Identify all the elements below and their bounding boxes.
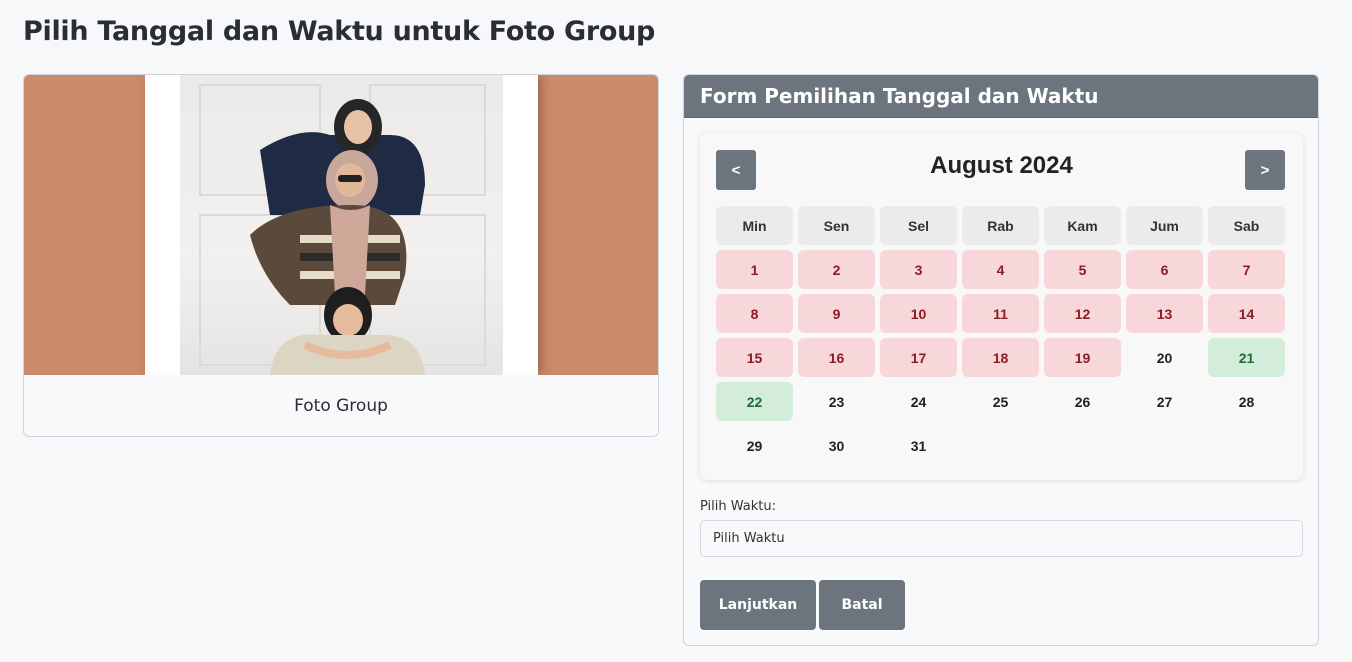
calendar-day-booked: 16 — [798, 338, 875, 377]
calendar-day-booked: 11 — [962, 294, 1039, 333]
calendar-day-booked: 10 — [880, 294, 957, 333]
date-time-form: Form Pemilihan Tanggal dan Waktu < Augus… — [683, 74, 1319, 646]
calendar-day-booked: 13 — [1126, 294, 1203, 333]
form-header: Form Pemilihan Tanggal dan Waktu — [684, 75, 1318, 118]
calendar-day-booked: 18 — [962, 338, 1039, 377]
calendar-day-plain[interactable]: 28 — [1208, 382, 1285, 421]
weekday-header: Sel — [880, 206, 957, 245]
calendar-day-available[interactable]: 21 — [1208, 338, 1285, 377]
calendar-month-label: August 2024 — [930, 152, 1073, 179]
continue-button[interactable]: Lanjutkan — [700, 580, 816, 630]
weekday-header: Kam — [1044, 206, 1121, 245]
page-title: Pilih Tanggal dan Waktu untuk Foto Group — [23, 16, 656, 47]
time-label: Pilih Waktu: — [700, 499, 776, 514]
calendar-day-booked: 19 — [1044, 338, 1121, 377]
calendar-day-plain[interactable]: 30 — [798, 426, 875, 465]
calendar-day-booked: 14 — [1208, 294, 1285, 333]
calendar-day-available[interactable]: 22 — [716, 382, 793, 421]
group-photo-illustration — [199, 84, 486, 375]
cancel-button[interactable]: Batal — [819, 580, 905, 630]
calendar-day-plain[interactable]: 25 — [962, 382, 1039, 421]
weekday-header: Min — [716, 206, 793, 245]
weekday-header: Jum — [1126, 206, 1203, 245]
calendar-day-booked: 3 — [880, 250, 957, 289]
calendar-day-plain[interactable]: 27 — [1126, 382, 1203, 421]
calendar-day-booked: 5 — [1044, 250, 1121, 289]
calendar-day-booked: 6 — [1126, 250, 1203, 289]
calendar-day-plain[interactable]: 24 — [880, 382, 957, 421]
time-select[interactable]: Pilih Waktu — [700, 520, 1303, 557]
calendar-day-plain[interactable]: 23 — [798, 382, 875, 421]
calendar-day-booked: 2 — [798, 250, 875, 289]
calendar-day-booked: 15 — [716, 338, 793, 377]
calendar-day-booked: 12 — [1044, 294, 1121, 333]
weekday-header: Rab — [962, 206, 1039, 245]
calendar-day-booked: 7 — [1208, 250, 1285, 289]
calendar-day-booked: 8 — [716, 294, 793, 333]
calendar-day-plain[interactable]: 29 — [716, 426, 793, 465]
calendar-grid: Min Sen Sel Rab Kam Jum Sab 1 2 3 4 5 6 7 8 9 10 1… — [716, 206, 1285, 465]
calendar-day-plain[interactable]: 31 — [880, 426, 957, 465]
photo-caption: Foto Group — [294, 395, 388, 416]
next-month-button[interactable]: > — [1245, 150, 1285, 190]
calendar: < August 2024 > Min Sen Sel Rab Kam Jum … — [700, 133, 1303, 480]
weekday-header: Sab — [1208, 206, 1285, 245]
group-photo-image — [24, 75, 658, 375]
photo-frame — [145, 75, 538, 375]
calendar-day-booked: 1 — [716, 250, 793, 289]
photo-content — [180, 75, 503, 375]
calendar-day-booked: 9 — [798, 294, 875, 333]
calendar-day-booked: 4 — [962, 250, 1039, 289]
photo-card: Foto Group — [23, 74, 659, 437]
calendar-day-booked: 17 — [880, 338, 957, 377]
weekday-header: Sen — [798, 206, 875, 245]
calendar-day-plain[interactable]: 20 — [1126, 338, 1203, 377]
calendar-day-plain[interactable]: 26 — [1044, 382, 1121, 421]
